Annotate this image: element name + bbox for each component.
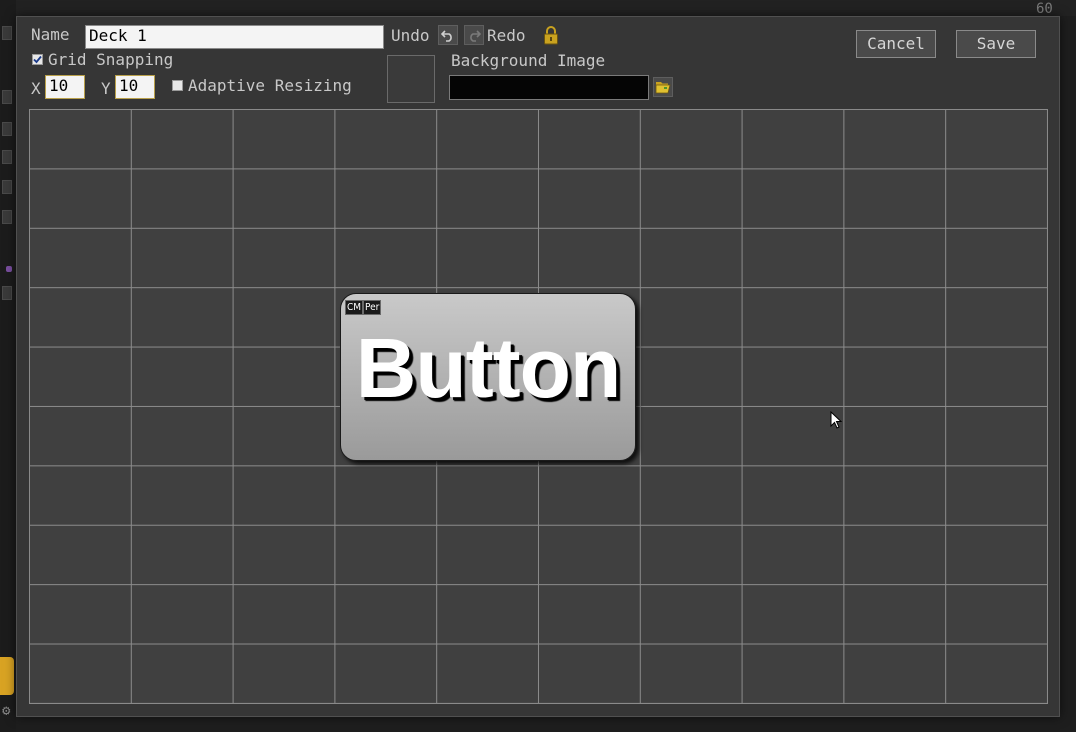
cancel-button[interactable]: Cancel xyxy=(856,30,936,58)
adaptive-resizing-checkbox[interactable] xyxy=(172,80,183,91)
y-label: Y xyxy=(101,79,111,98)
grid-x-input[interactable]: 10 xyxy=(45,75,85,99)
background-control xyxy=(2,26,12,40)
background-control xyxy=(2,122,12,136)
deck-layout-grid[interactable]: CM Per Button xyxy=(29,109,1048,704)
grid-snapping-label: Grid Snapping xyxy=(48,50,174,69)
name-label: Name xyxy=(31,25,70,44)
background-image-input[interactable] xyxy=(449,75,649,100)
background-image-label: Background Image xyxy=(451,51,606,70)
browse-background-button[interactable] xyxy=(653,77,673,97)
undo-button[interactable] xyxy=(438,25,458,45)
gear-icon: ⚙ xyxy=(2,703,11,719)
deck-button-label: Button xyxy=(355,321,622,415)
background-control xyxy=(2,286,12,300)
redo-icon xyxy=(470,30,481,42)
checkmark-icon xyxy=(33,55,42,64)
background-control xyxy=(2,210,12,224)
background-window-strip xyxy=(0,0,1076,16)
button-badge-cm: CM xyxy=(345,300,364,315)
background-app-icon xyxy=(0,657,14,695)
background-color-swatch[interactable] xyxy=(387,55,435,103)
background-left-strip xyxy=(0,0,16,732)
background-counter: 60 xyxy=(1036,1,1053,17)
name-input[interactable]: Deck 1 xyxy=(85,25,384,49)
deck-editor-dialog: Name Deck 1 Undo Redo Grid Snapping X 10… xyxy=(16,16,1060,717)
undo-label: Undo xyxy=(391,26,430,45)
mouse-cursor-icon xyxy=(830,411,843,429)
background-control xyxy=(2,180,12,194)
adaptive-resizing-label: Adaptive Resizing xyxy=(188,76,352,95)
background-purple-icon xyxy=(6,266,12,272)
button-badge-per: Per xyxy=(363,300,382,315)
background-control xyxy=(2,150,12,164)
deck-button[interactable]: CM Per Button xyxy=(340,293,636,461)
grid-y-input[interactable]: 10 xyxy=(115,75,155,99)
background-control xyxy=(2,90,12,104)
grid-snapping-checkbox[interactable] xyxy=(32,54,43,65)
undo-icon xyxy=(441,30,452,42)
lock-icon xyxy=(544,26,558,45)
folder-open-icon xyxy=(655,82,671,94)
redo-label: Redo xyxy=(487,26,526,45)
save-button[interactable]: Save xyxy=(956,30,1036,58)
lock-button[interactable] xyxy=(542,25,560,45)
redo-button[interactable] xyxy=(464,25,484,45)
x-label: X xyxy=(31,79,41,98)
